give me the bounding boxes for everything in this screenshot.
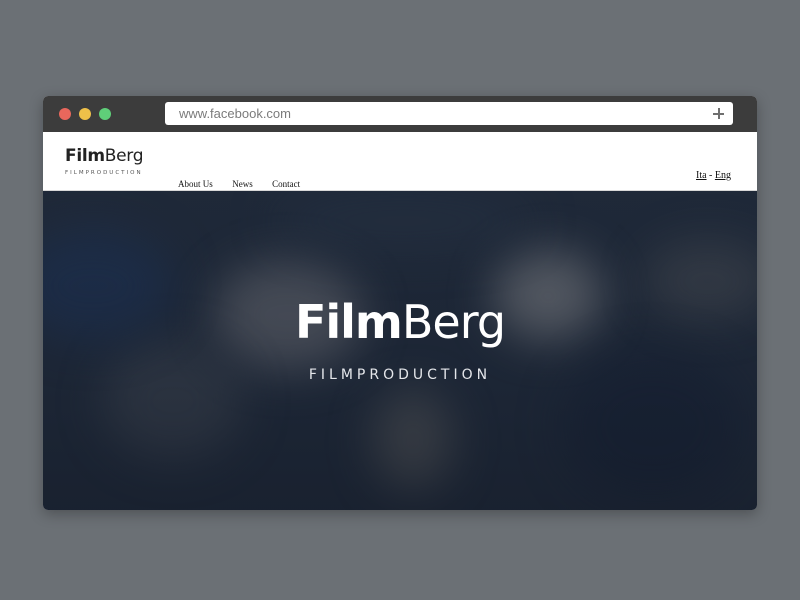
nav-link-about-us[interactable]: About Us [178,179,213,189]
browser-window: www.facebook.com FilmBerg FILMPRODUCTION… [43,96,757,510]
language-separator: - [706,170,715,181]
close-window-button[interactable] [59,108,71,120]
hero-title-bold: Film [294,295,403,349]
hero-title-light: Berg [401,295,506,349]
logo-tagline: FILMPRODUCTION [65,170,143,176]
maximize-window-button[interactable] [99,108,111,120]
language-link-ita[interactable]: Ita [696,170,707,181]
logo-wordmark: FilmBerg [65,146,143,166]
site-logo[interactable]: FilmBerg FILMPRODUCTION [65,146,143,176]
nav-link-news[interactable]: News [232,179,253,189]
main-nav: About Us News Contact [178,174,315,192]
address-bar[interactable]: www.facebook.com [165,102,733,125]
address-bar-url[interactable]: www.facebook.com [179,106,291,121]
language-link-eng[interactable]: Eng [715,170,731,181]
site-header: FilmBerg FILMPRODUCTION About Us News Co… [43,132,757,191]
minimize-window-button[interactable] [79,108,91,120]
hero-subtitle: FILMPRODUCTION [308,367,492,383]
hero-title: FilmBerg [43,296,757,348]
nav-link-contact[interactable]: Contact [272,179,300,189]
language-switcher: Ita - Eng [696,170,731,181]
logo-wordmark-light: Berg [104,146,144,166]
browser-titlebar: www.facebook.com [43,96,757,132]
logo-wordmark-bold: Film [65,146,105,166]
hero-banner: FilmBerg FILMPRODUCTION [43,191,757,510]
hero-overlay [43,191,757,510]
plus-icon[interactable] [713,108,724,119]
